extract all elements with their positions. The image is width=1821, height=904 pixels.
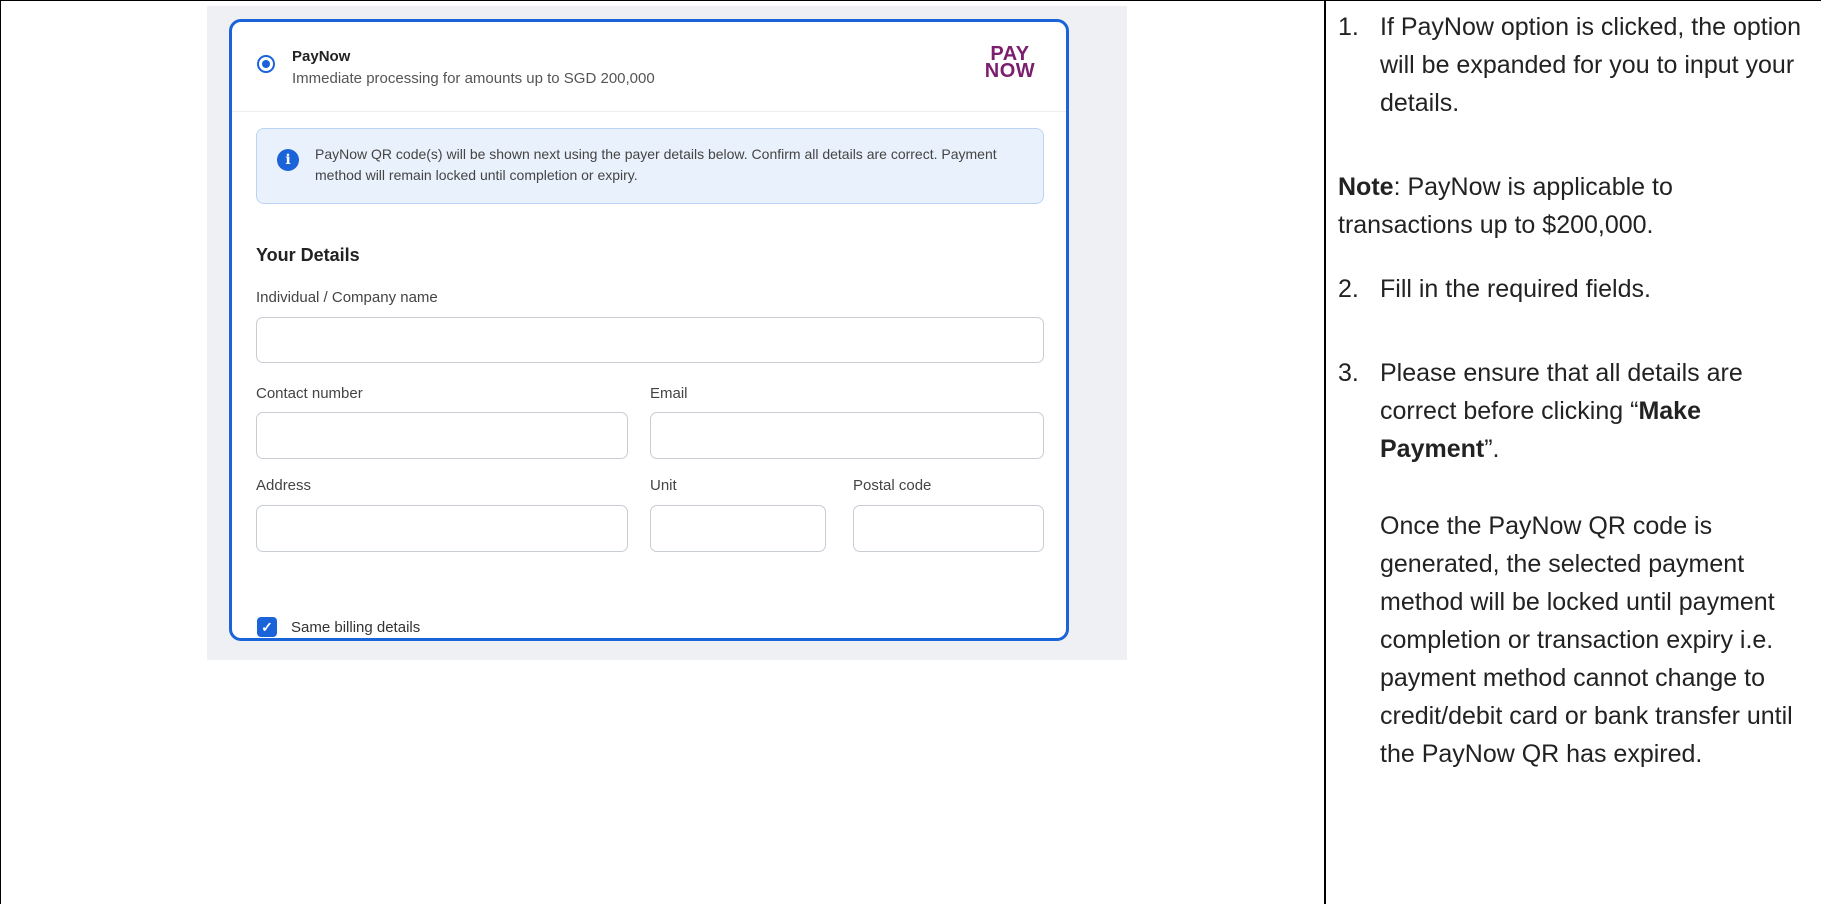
- name-input[interactable]: [256, 317, 1044, 363]
- unit-label: Unit: [650, 477, 677, 494]
- your-details-heading: Your Details: [256, 245, 360, 265]
- name-label: Individual / Company name: [256, 289, 438, 306]
- contact-number-input[interactable]: [256, 412, 628, 459]
- instruction-step-1: 1. If PayNow option is clicked, the opti…: [1338, 8, 1818, 122]
- paynow-logo-bottom: NOW: [984, 60, 1036, 82]
- table-cell-divider: [1324, 0, 1326, 904]
- payment-method-subtitle: Immediate processing for amounts up to S…: [292, 70, 655, 87]
- step-number: 1.: [1338, 13, 1359, 41]
- step-text: Please ensure that all details are corre…: [1380, 354, 1780, 468]
- unit-input[interactable]: [650, 505, 826, 552]
- postal-code-label: Postal code: [853, 477, 932, 494]
- step-number: 3.: [1338, 359, 1359, 387]
- email-input[interactable]: [650, 412, 1044, 459]
- paynow-logo: PAY NOW: [982, 44, 1038, 86]
- same-billing-checkbox[interactable]: ✓: [257, 617, 277, 637]
- step3-text-after: ”.: [1484, 435, 1500, 463]
- step-text: Fill in the required fields.: [1380, 275, 1651, 303]
- same-billing-label[interactable]: Same billing details: [291, 619, 420, 636]
- payment-method-title: PayNow: [292, 48, 351, 65]
- email-label: Email: [650, 385, 688, 402]
- contact-number-label: Contact number: [256, 385, 363, 402]
- paynow-option-header[interactable]: PayNow Immediate processing for amounts …: [232, 22, 1066, 112]
- paynow-option-card[interactable]: PayNow Immediate processing for amounts …: [229, 19, 1069, 641]
- note-label: Note: [1338, 173, 1394, 201]
- payment-screenshot: PayNow Immediate processing for amounts …: [207, 6, 1127, 660]
- paynow-radio-button[interactable]: [257, 55, 275, 73]
- step-text: If PayNow option is clicked, the option …: [1380, 13, 1802, 117]
- postal-code-input[interactable]: [853, 505, 1044, 552]
- info-icon: i: [277, 149, 299, 171]
- step3-followup: Once the PayNow QR code is generated, th…: [1380, 512, 1793, 768]
- address-label: Address: [256, 477, 312, 494]
- address-input[interactable]: [256, 505, 628, 552]
- step-number: 2.: [1338, 275, 1359, 303]
- info-banner-text: PayNow QR code(s) will be shown next usi…: [315, 146, 997, 183]
- info-banner: i PayNow QR code(s) will be shown next u…: [256, 128, 1044, 204]
- note-paragraph: Note: PayNow is applicable to transactio…: [1338, 168, 1778, 244]
